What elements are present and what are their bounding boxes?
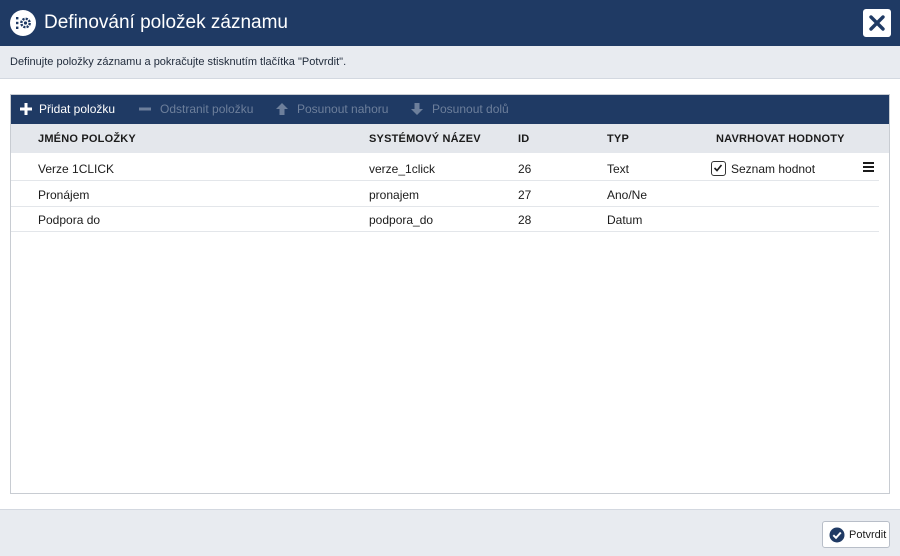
move-down-button[interactable]: Posunout dolů (407, 95, 517, 124)
arrow-down-icon (411, 103, 423, 115)
table-row[interactable]: Podpora do podpora_do 28 Datum (11, 207, 879, 232)
check-circle-icon (829, 527, 845, 543)
remove-item-label: Odstranit položku (160, 102, 254, 116)
remove-item-button[interactable]: Odstranit položku (133, 95, 263, 124)
checkmark-icon (713, 164, 723, 172)
move-up-label: Posunout nahoru (297, 102, 389, 116)
items-panel: Přidat položku Odstranit položku Posunou… (10, 94, 890, 494)
cell-id: 28 (518, 213, 532, 227)
dialog-footer: Potvrdit (0, 509, 900, 556)
column-header-system-name[interactable]: SYSTÉMOVÝ NÁZEV (369, 133, 481, 145)
cell-system-name: podpora_do (369, 213, 434, 227)
add-item-label: Přidat položku (39, 102, 116, 116)
cell-system-name: pronajem (369, 188, 420, 202)
minus-icon (139, 107, 151, 111)
dialog-title-bar: Definování položek záznamu (0, 0, 900, 46)
dialog-title: Definování položek záznamu (44, 12, 288, 33)
cell-item-name: Podpora do (38, 213, 101, 227)
record-settings-icon (10, 10, 36, 36)
cell-item-name: Verze 1CLICK (38, 162, 115, 176)
items-toolbar: Přidat položku Odstranit položku Posunou… (11, 95, 889, 124)
cell-type: Text (607, 162, 630, 176)
cell-system-name: verze_1click (369, 162, 436, 176)
move-down-label: Posunout dolů (432, 102, 509, 116)
instruction-text: Definujte položky záznamu a pokračujte s… (10, 56, 347, 68)
close-button[interactable] (863, 9, 891, 37)
add-item-button[interactable]: Přidat položku (11, 95, 123, 124)
confirm-button[interactable]: Potvrdit (822, 521, 890, 548)
column-header-id[interactable]: ID (518, 133, 529, 145)
instruction-bar: Definujte položky záznamu a pokračujte s… (0, 46, 900, 79)
cell-item-name: Pronájem (38, 188, 90, 202)
column-header-type[interactable]: TYP (607, 133, 629, 145)
suggest-values-checkbox[interactable] (711, 161, 726, 176)
column-header-name[interactable]: JMÉNO POLOŽKY (38, 133, 136, 145)
arrow-up-icon (276, 103, 288, 115)
move-up-button[interactable]: Posunout nahoru (271, 95, 396, 124)
close-icon (869, 15, 885, 31)
cell-id: 26 (518, 162, 532, 176)
table-header: JMÉNO POLOŽKY SYSTÉMOVÝ NÁZEV ID TYP NAV… (11, 124, 889, 153)
plus-icon (20, 103, 32, 115)
confirm-label: Potvrdit (849, 529, 887, 541)
column-header-suggest-values[interactable]: NAVRHOVAT HODNOTY (716, 133, 845, 145)
table-row[interactable]: Verze 1CLICK verze_1click 26 Text Seznam… (11, 156, 879, 181)
table-row[interactable]: Pronájem pronajem 27 Ano/Ne (11, 182, 879, 207)
cell-type: Ano/Ne (607, 188, 648, 202)
cell-id: 27 (518, 188, 532, 202)
hamburger-menu-icon[interactable] (861, 161, 877, 175)
suggest-values-label: Seznam hodnot (731, 162, 816, 176)
cell-type: Datum (607, 213, 643, 227)
